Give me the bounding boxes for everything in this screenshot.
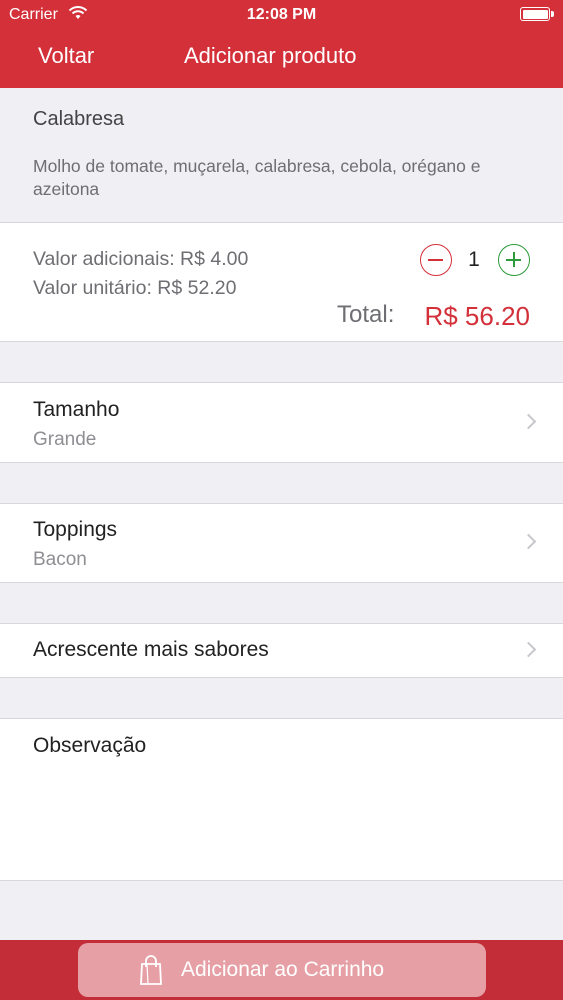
chevron-right-icon [520,641,537,658]
pricing-panel: Valor adicionais: R$ 4.00 Valor unitário… [0,223,563,342]
option-value: Bacon [33,549,87,570]
minus-circle-icon[interactable] [420,244,452,276]
plus-circle-icon[interactable] [498,244,530,276]
total-value: R$ 56.20 [424,301,530,331]
toppings-option-row[interactable]: Toppings Bacon [0,503,563,583]
more-flavors-row[interactable]: Acrescente mais sabores [0,623,563,678]
cart-button-label: Adicionar ao Carrinho [181,958,385,981]
total-label: Total: [337,301,395,328]
product-name: Calabresa [33,108,125,130]
status-time: 12:08 PM [246,6,317,23]
option-title: Tamanho [33,398,120,421]
footer-bar: Adicionar ao Carrinho [0,940,563,1000]
product-description: Molho de tomate, muçarela, calabresa, ce… [33,156,481,199]
chevron-right-icon [520,533,537,550]
observation-label: Observação [33,734,147,757]
status-bar: Carrier 12:08 PM [0,0,563,30]
page-title: Adicionar produto [184,43,357,68]
quantity-value: 1 [468,248,480,271]
shopping-bag-icon [140,955,162,985]
option-title: Acrescente mais sabores [33,638,269,661]
add-to-cart-button[interactable]: Adicionar ao Carrinho [78,943,486,997]
unit-value: Valor unitário: R$ 52.20 [33,277,237,299]
nav-bar: Carrier 12:08 PM Voltar Adicionar produt… [0,0,563,88]
additional-value: Valor adicionais: R$ 4.00 [33,248,249,270]
size-option-row[interactable]: Tamanho Grande [0,382,563,463]
product-info: Calabresa Molho de tomate, muçarela, cal… [0,88,563,223]
chevron-right-icon [520,413,537,430]
option-title: Toppings [33,518,118,541]
back-button[interactable]: Voltar [38,43,94,69]
observation-field[interactable]: Observação [0,718,563,881]
battery-icon [520,7,554,21]
option-value: Grande [33,429,97,450]
